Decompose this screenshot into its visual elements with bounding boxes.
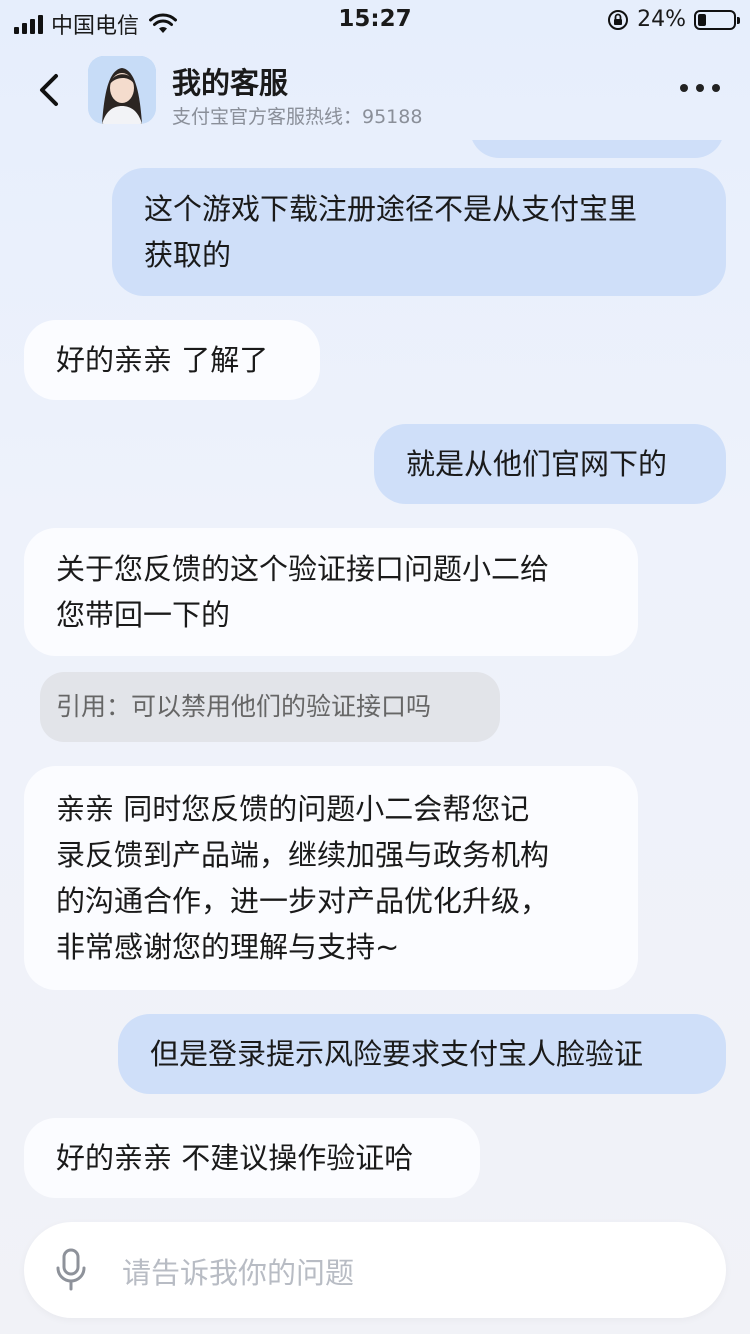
quote-text: 引用：可以禁用他们的验证接口吗 xyxy=(56,692,432,721)
message-bubble-user[interactable]: 就是从他们官网下的 xyxy=(374,424,726,504)
message-bubble-agent[interactable]: 关于您反馈的这个验证接口问题小二给 您带回一下的 xyxy=(24,528,638,656)
message-text: 但是登录提示风险要求支付宝人脸验证 xyxy=(150,1037,644,1071)
battery-percent: 24% xyxy=(637,7,686,32)
message-text: 亲亲 同时您反馈的问题小二会帮您记 xyxy=(56,792,530,826)
microphone-icon[interactable] xyxy=(54,1248,88,1292)
chat-header: 我的客服 支付宝官方客服热线：95188 xyxy=(0,50,750,130)
message-text: 非常感谢您的理解与支持~ xyxy=(56,930,400,964)
agent-avatar[interactable] xyxy=(88,56,156,124)
message-text: 的沟通合作，进一步对产品优化升级， xyxy=(56,884,550,918)
more-dots-icon[interactable] xyxy=(680,84,720,92)
message-bubble-agent[interactable]: 好的亲亲 不建议操作验证哈 xyxy=(24,1118,480,1198)
message-input-bar[interactable]: 请告诉我你的问题 xyxy=(24,1222,726,1318)
quoted-message[interactable]: 引用：可以禁用他们的验证接口吗 xyxy=(40,672,500,742)
message-text: 好的亲亲 不建议操作验证哈 xyxy=(56,1141,414,1175)
message-text: 就是从他们官网下的 xyxy=(406,447,668,481)
chevron-left-icon[interactable] xyxy=(30,68,70,112)
message-bubble-user-partial xyxy=(470,140,724,158)
battery-icon xyxy=(694,9,740,30)
message-text: 录反馈到产品端，继续加强与政务机构 xyxy=(56,838,550,872)
message-list[interactable]: 这个游戏下载注册途径不是从支付宝里 获取的 好的亲亲 了解了 就是从他们官网下的… xyxy=(0,140,750,1220)
message-input[interactable]: 请告诉我你的问题 xyxy=(122,1250,354,1292)
hotline-subtitle: 支付宝官方客服热线：95188 xyxy=(172,106,423,128)
message-text: 您带回一下的 xyxy=(56,598,231,632)
message-text: 获取的 xyxy=(144,238,232,272)
status-bar: 中国电信 15:27 24% xyxy=(0,0,750,40)
message-text: 好的亲亲 了解了 xyxy=(56,343,269,377)
chat-title: 我的客服 xyxy=(172,66,289,100)
message-bubble-user[interactable]: 但是登录提示风险要求支付宝人脸验证 xyxy=(118,1014,726,1094)
message-bubble-agent[interactable]: 亲亲 同时您反馈的问题小二会帮您记 录反馈到产品端，继续加强与政务机构 的沟通合… xyxy=(24,766,638,990)
message-bubble-user[interactable]: 这个游戏下载注册途径不是从支付宝里 获取的 xyxy=(112,168,726,296)
message-text: 关于您反馈的这个验证接口问题小二给 xyxy=(56,552,550,586)
rotation-lock-icon xyxy=(608,9,629,30)
message-bubble-agent[interactable]: 好的亲亲 了解了 xyxy=(24,320,320,400)
message-text: 这个游戏下载注册途径不是从支付宝里 xyxy=(144,192,638,226)
